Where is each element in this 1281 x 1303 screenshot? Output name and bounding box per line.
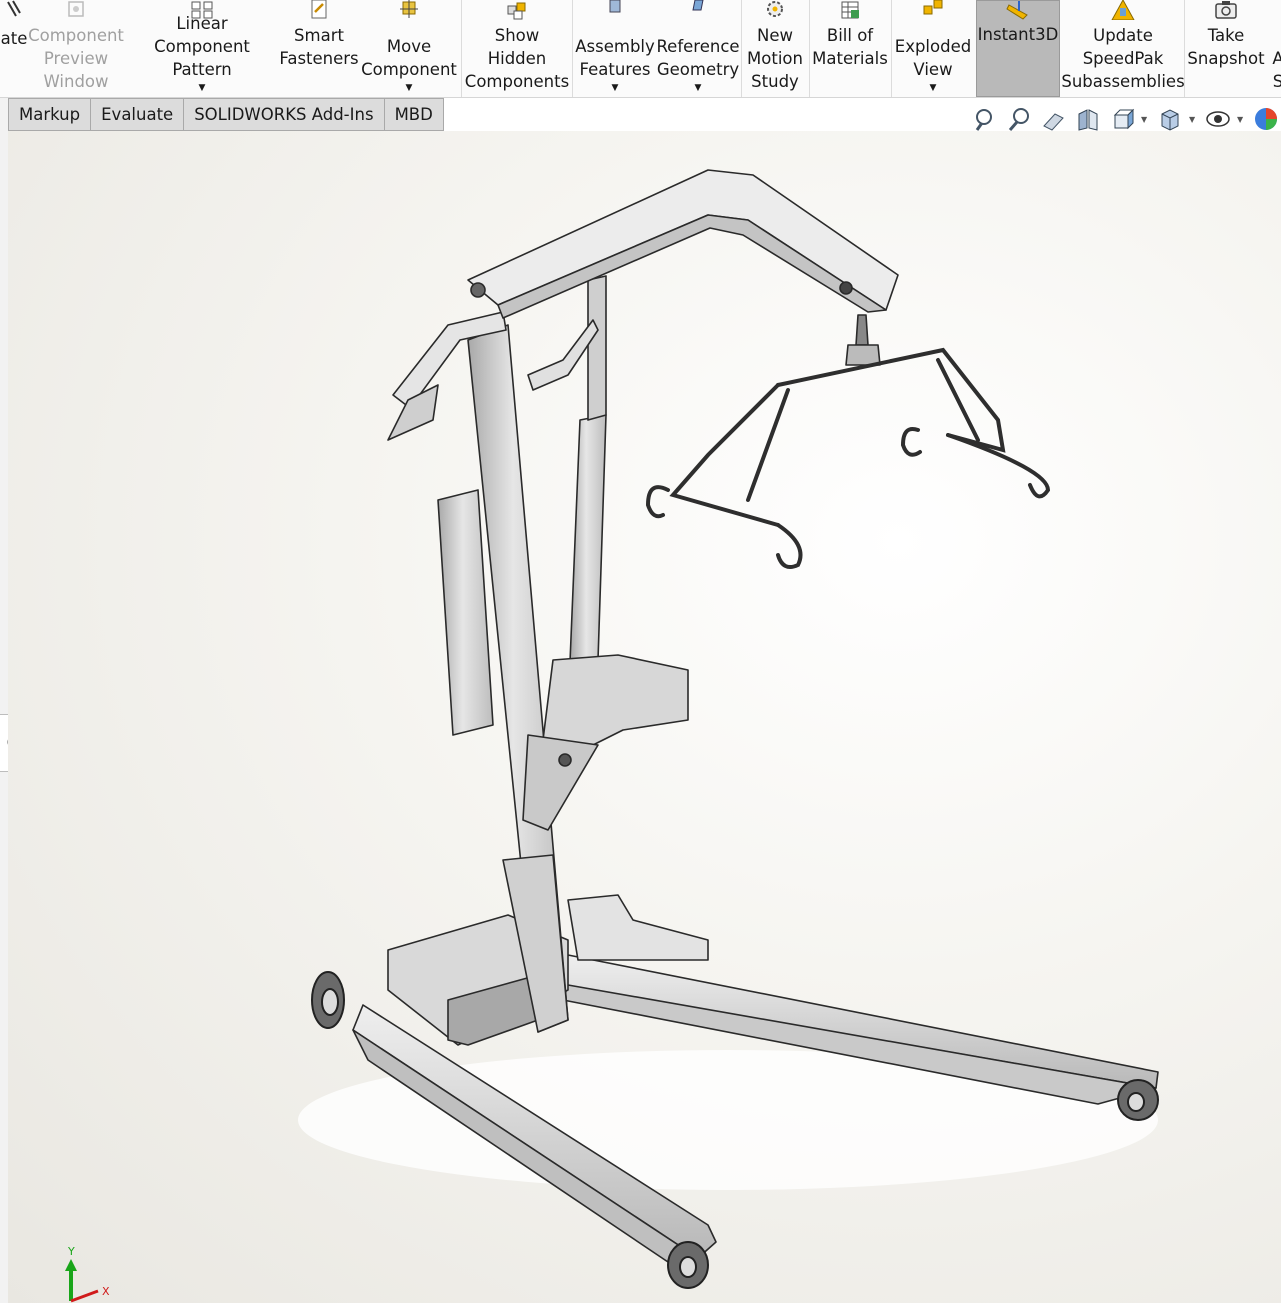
view-orientation-icon[interactable]	[1107, 104, 1137, 134]
linear-component-pattern-button[interactable]: Linear Component Pattern ▼	[128, 0, 276, 97]
command-manager-ribbon: ate Component Preview Window Linear Comp…	[0, 0, 1281, 98]
instant3d-label: Instant3D	[977, 25, 1059, 44]
triad-x-label: X	[102, 1285, 110, 1298]
reference-geometry-label: Reference Geometry	[656, 37, 740, 79]
chevron-down-icon[interactable]: ▼	[406, 83, 413, 93]
show-hidden-components-button[interactable]: Show Hidden Components	[464, 0, 570, 97]
speedpak-label: Update SpeedPak Subassemblies	[1061, 26, 1185, 91]
chevron-down-icon[interactable]: ▼	[1141, 115, 1151, 124]
instant3d-icon	[1006, 1, 1028, 20]
component-preview-window-button[interactable]: Component Preview Window	[28, 0, 124, 97]
zoom-to-area-icon[interactable]	[1005, 104, 1035, 134]
move-component-icon	[400, 0, 418, 18]
paperclip-icon	[7, 0, 21, 17]
more-commands-button[interactable]: A S	[1268, 0, 1281, 97]
linear-pattern-icon	[191, 1, 213, 19]
bill-of-materials-icon	[841, 1, 859, 19]
patient-lift-model[interactable]	[8, 131, 1281, 1303]
assembly-features-button[interactable]: Assembly Features ▼	[575, 0, 655, 97]
move-component-button[interactable]: Move Component ▼	[360, 0, 458, 97]
reference-triad: Y X	[65, 1245, 110, 1303]
chevron-down-icon[interactable]: ▼	[199, 83, 206, 93]
display-style-icon[interactable]	[1155, 104, 1185, 134]
reference-geometry-icon	[692, 0, 704, 11]
tab-evaluate[interactable]: Evaluate	[91, 98, 185, 131]
exploded-view-button[interactable]: Exploded View ▼	[893, 0, 973, 97]
chevron-down-icon[interactable]: ▼	[612, 83, 619, 93]
reference-geometry-button[interactable]: Reference Geometry ▼	[656, 0, 740, 97]
show-hidden-label: Show Hidden Components	[464, 26, 570, 91]
previous-view-icon[interactable]	[1039, 104, 1069, 134]
instant3d-button[interactable]: Instant3D	[976, 0, 1060, 97]
hide-show-items-icon[interactable]	[1203, 104, 1233, 134]
triad-y-label: Y	[67, 1245, 75, 1258]
component-preview-label: Component Preview Window	[28, 26, 124, 91]
chevron-down-icon[interactable]: ▼	[1189, 115, 1199, 124]
update-speedpak-button[interactable]: Update SpeedPak Subassemblies	[1061, 0, 1185, 97]
bill-of-materials-label: Bill of Materials	[812, 26, 888, 68]
motion-study-icon	[767, 1, 783, 17]
new-motion-study-button[interactable]: New Motion Study	[743, 0, 807, 97]
command-manager-tabs: Markup Evaluate SOLIDWORKS Add-Ins MBD	[0, 98, 444, 131]
take-snapshot-label: Take Snapshot	[1187, 26, 1265, 68]
tab-mbd[interactable]: MBD	[384, 98, 444, 131]
chevron-down-icon[interactable]: ▼	[930, 83, 937, 93]
bill-of-materials-button[interactable]: Bill of Materials	[811, 0, 889, 97]
component-preview-icon	[68, 1, 84, 17]
more-commands-label: A S	[1272, 47, 1281, 93]
tab-markup[interactable]: Markup	[8, 98, 92, 131]
smart-fasteners-button[interactable]: Smart Fasteners	[279, 0, 359, 97]
assembly-features-label: Assembly Features	[575, 37, 655, 79]
assembly-features-icon	[609, 0, 621, 13]
tab-solidworks-add-ins[interactable]: SOLIDWORKS Add-Ins	[184, 98, 385, 131]
show-hidden-icon	[507, 2, 526, 20]
exploded-view-icon	[923, 0, 943, 15]
ribbon-separator	[572, 0, 573, 97]
edit-appearance-icon[interactable]	[1251, 104, 1281, 134]
ribbon-separator	[741, 0, 742, 97]
camera-icon	[1215, 1, 1237, 19]
ribbon-separator	[1184, 0, 1185, 97]
update-label: ate	[0, 29, 28, 48]
ribbon-separator	[809, 0, 810, 97]
motion-study-label: New Motion Study	[747, 26, 803, 91]
take-snapshot-button[interactable]: Take Snapshot	[1186, 0, 1266, 97]
speedpak-icon	[1111, 0, 1135, 20]
zoom-to-fit-icon[interactable]	[971, 104, 1001, 134]
chevron-down-icon[interactable]: ▼	[695, 83, 702, 93]
ribbon-separator	[891, 0, 892, 97]
ribbon-separator	[461, 0, 462, 97]
linear-pattern-label: Linear Component Pattern	[154, 14, 250, 79]
smart-fastener-icon	[311, 0, 327, 19]
exploded-view-label: Exploded View	[894, 37, 972, 79]
smart-fasteners-label: Smart Fasteners	[279, 26, 359, 68]
move-component-label: Move Component	[361, 37, 457, 79]
section-view-icon[interactable]	[1073, 104, 1103, 134]
chevron-down-icon[interactable]: ▼	[1237, 115, 1247, 124]
update-button[interactable]: ate	[0, 0, 28, 97]
